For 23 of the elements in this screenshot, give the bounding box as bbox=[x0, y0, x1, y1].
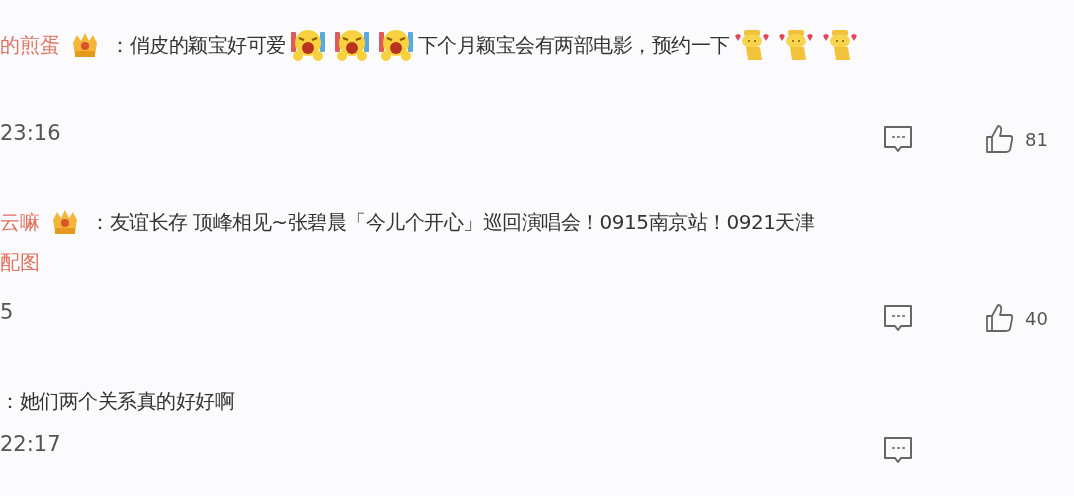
laughing-face-icon bbox=[333, 28, 370, 62]
thumbs-up-icon[interactable] bbox=[985, 303, 1015, 333]
comment-text: ：她们两个关系真的好好啊 bbox=[0, 387, 234, 415]
comment-time: 23:16 bbox=[0, 121, 61, 145]
user-name[interactable]: 云嘛 bbox=[0, 208, 40, 236]
comment-text: 下个月颖宝会有两部电影，预约一下 bbox=[417, 31, 730, 59]
image-link[interactable]: 配图 bbox=[0, 248, 40, 276]
comment-time: 5 bbox=[0, 300, 14, 324]
thumbs-up-icon[interactable] bbox=[985, 124, 1015, 154]
like-count: 81 bbox=[1025, 128, 1048, 150]
comment-icon[interactable] bbox=[883, 304, 913, 332]
laughing-face-icon bbox=[289, 28, 326, 62]
comment-text: ：友谊长存 顶峰相见~张碧晨「今儿个开心」巡回演唱会！0915南京站！0921天津 bbox=[90, 208, 815, 236]
comment-icon[interactable] bbox=[883, 436, 913, 464]
cheering-figure-icon bbox=[733, 28, 770, 62]
comment-icon[interactable] bbox=[883, 125, 913, 153]
comment-time: 22:17 bbox=[0, 432, 61, 456]
user-name[interactable]: 的煎蛋 bbox=[0, 31, 60, 59]
comment-text: ：俏皮的颖宝好可爱 bbox=[110, 31, 286, 59]
laughing-face-icon bbox=[377, 28, 414, 62]
like-count: 40 bbox=[1025, 307, 1048, 329]
cheering-figure-icon bbox=[777, 28, 814, 62]
cheering-figure-icon bbox=[821, 28, 858, 62]
